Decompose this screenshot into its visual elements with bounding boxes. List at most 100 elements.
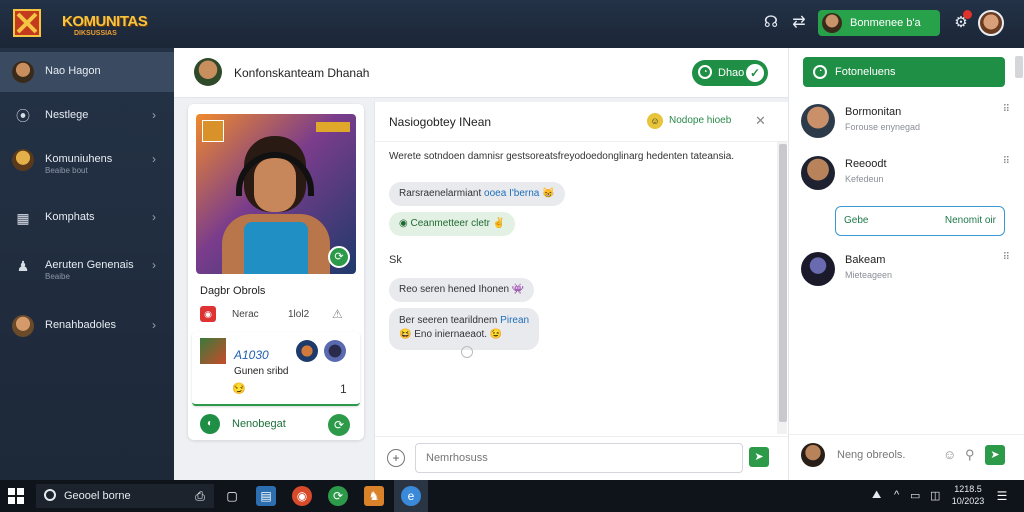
game-app-icon[interactable]: ♞ (364, 486, 384, 506)
sender-mark: Sk (389, 254, 402, 266)
task-view-icon[interactable]: ▢ (222, 486, 242, 506)
sidebar-item-home[interactable]: Nao Hagon (0, 52, 174, 92)
taskbar-search-text: Geooel borne (64, 490, 131, 502)
game-tag-badge (316, 122, 350, 132)
user-icon: ♟ (16, 258, 30, 274)
sidebar-item-community[interactable]: Komuniuhens Beaibe bout › (0, 140, 174, 180)
player-avatar[interactable] (296, 340, 318, 362)
message-bubble[interactable]: ◉ Ceanmetteer cletr ✌ (389, 212, 516, 236)
folder-icon: ▦ (16, 210, 30, 226)
header-action-button[interactable]: ◔ Dhao ✓ (692, 60, 768, 86)
more-options-icon[interactable]: ⠿ (1003, 156, 1011, 167)
chevron-up-icon[interactable]: ^ (894, 489, 899, 501)
taskbar-clock[interactable]: 1218.5 10/2023 (948, 483, 988, 507)
invite-pill[interactable]: Gebe Nenomit oir (835, 206, 1005, 236)
player-avatar[interactable] (324, 340, 346, 362)
message-bubble[interactable]: Ber seeren tearildnem Pirean 😆 Eno iniern… (389, 308, 540, 350)
share-icon[interactable]: ⚠ (332, 307, 343, 321)
content-header: Konfonskanteam Dhanah ◔ Dhao ✓ (174, 48, 788, 98)
game-sub-card[interactable]: A1030 Gunen sribd 😏 1 (192, 332, 360, 406)
avatar-icon (12, 61, 34, 83)
contact-item[interactable]: Bakeam Mieteageen ⠿ (801, 248, 1015, 292)
more-options-icon[interactable]: ⠿ (1003, 104, 1011, 115)
contact-item[interactable]: Reeoodt Kefedeun ⠿ (801, 152, 1015, 196)
battery-icon[interactable]: ▭ (910, 489, 920, 502)
swap-icon[interactable]: ⇄ (788, 12, 810, 34)
chat-composer: + ➤ (375, 436, 789, 480)
emoji-icon[interactable]: ☺ (943, 447, 956, 462)
emoji-icon: 😸 (542, 188, 555, 199)
sidebar-item-chats[interactable]: ▦ Komphats › (0, 198, 174, 238)
file-explorer-icon[interactable]: ▤ (256, 486, 276, 506)
chrome-icon[interactable]: ◉ (292, 486, 312, 506)
sidebar-item-label: Renahbadoles (45, 319, 116, 331)
send-button[interactable]: ➤ (749, 447, 769, 467)
chevron-right-icon: › (152, 152, 156, 166)
right-panel-header[interactable]: ◔ Fotoneluens (803, 57, 1005, 87)
message-bubble[interactable]: Rarsraenelarmiant ooea I'berna 😸 (389, 182, 565, 206)
contact-name: Bakeam (845, 254, 886, 266)
mic-icon[interactable]: ⎙ (190, 486, 210, 506)
profile-avatar[interactable] (978, 10, 1004, 36)
game-thumbnail (202, 120, 224, 142)
sidebar-item-users[interactable]: ♟ Aeruten Genenais Beaibe › (0, 246, 174, 286)
game-card-footer: ◐ Nenobegat ⟳ (192, 410, 360, 438)
send-button[interactable]: ➤ (985, 445, 1005, 465)
composer-text[interactable]: Neng obreols. (837, 449, 906, 461)
sidebar-item-groups[interactable]: Renahbadoles › (0, 306, 174, 346)
contact-status: Kefedeun (845, 174, 884, 184)
sub-card-text: Gunen sribd (234, 366, 289, 377)
pill-label-b: Nenomit oir (944, 215, 996, 226)
message-link[interactable]: ooea I'berna (484, 188, 539, 199)
message-text: Ber seeren tearildnem (399, 315, 498, 326)
character-vest (244, 222, 308, 274)
network-icon[interactable]: ◫ (930, 489, 940, 502)
status-emoji-icon: ☺ (647, 113, 663, 129)
game-action-icon[interactable]: ⟳ (328, 414, 350, 436)
chat-title: Nasiogobtey INean (389, 115, 492, 129)
community-app-icon[interactable]: ⟳ (328, 486, 348, 506)
sidebar-item-label: Aeruten Genenais (45, 259, 134, 271)
message-bubble[interactable]: Reo seren hened Ihonen 👾 (389, 278, 535, 302)
close-icon[interactable]: ✕ (755, 113, 766, 129)
chat-header: Nasiogobtey INean ☺ Nodope hioeb ✕ (375, 102, 789, 142)
footer-label[interactable]: Nenobegat (232, 418, 286, 430)
game-play-icon[interactable]: ⟳ (328, 246, 350, 268)
headset-icon[interactable]: ☊ (760, 12, 782, 34)
sidebar-item-location[interactable]: ⦿ Nestlege › (0, 96, 174, 136)
message-text: Rarsraenelarmiant (399, 188, 482, 199)
logo-subtitle: DIKSUSSIAS (74, 30, 117, 37)
attach-icon[interactable]: ⚲ (965, 447, 975, 463)
more-options-icon[interactable]: ⠿ (1003, 252, 1011, 263)
taskbar-search[interactable]: Geooel borne (36, 484, 214, 508)
message-link[interactable]: Pirean (500, 315, 529, 326)
people-icon[interactable]: ⛰ (872, 489, 881, 502)
notification-dot (963, 10, 972, 19)
notification-icon[interactable]: ⚙ (950, 10, 972, 34)
scrollbar[interactable] (1015, 56, 1023, 78)
windows-start-icon[interactable] (8, 488, 24, 504)
sidebar-item-label: Nestlege (45, 109, 89, 121)
download-icon[interactable]: ◐ (200, 414, 220, 434)
loading-spinner-icon (461, 346, 473, 358)
pill-label-a: Gebe (844, 215, 869, 226)
right-panel: ◔ Fotoneluens Bormonitan Forouse enynega… (788, 48, 1024, 480)
browser-icon[interactable]: e (401, 486, 421, 506)
channel-avatar[interactable] (194, 58, 222, 86)
check-icon: ✓ (746, 64, 764, 82)
emoji-icon: 😏 (232, 383, 246, 395)
logo-badge-icon (13, 9, 41, 37)
scrollbar-thumb[interactable] (779, 144, 787, 422)
action-center-icon[interactable]: ☰ (992, 486, 1012, 506)
top-bar: KOMUNITAS DIKSUSSIAS ☊ ⇄ Bonmenee b'a ⚙ (0, 0, 1024, 48)
add-attachment-icon[interactable]: + (387, 449, 405, 467)
sub-card-number: A1030 (234, 348, 269, 362)
game-stat-b: 1lol2 (288, 309, 310, 320)
contact-item[interactable]: Bormonitan Forouse enynegad ⠿ (801, 100, 1015, 144)
sidebar-item-label: Komuniuhens (45, 153, 113, 165)
user-status-pill[interactable]: Bonmenee b'a (818, 10, 940, 36)
community-icon (12, 149, 34, 171)
game-character-image[interactable]: ⟳ (196, 114, 356, 274)
message-input[interactable] (415, 443, 743, 473)
app-logo[interactable]: KOMUNITAS DIKSUSSIAS (10, 6, 150, 40)
